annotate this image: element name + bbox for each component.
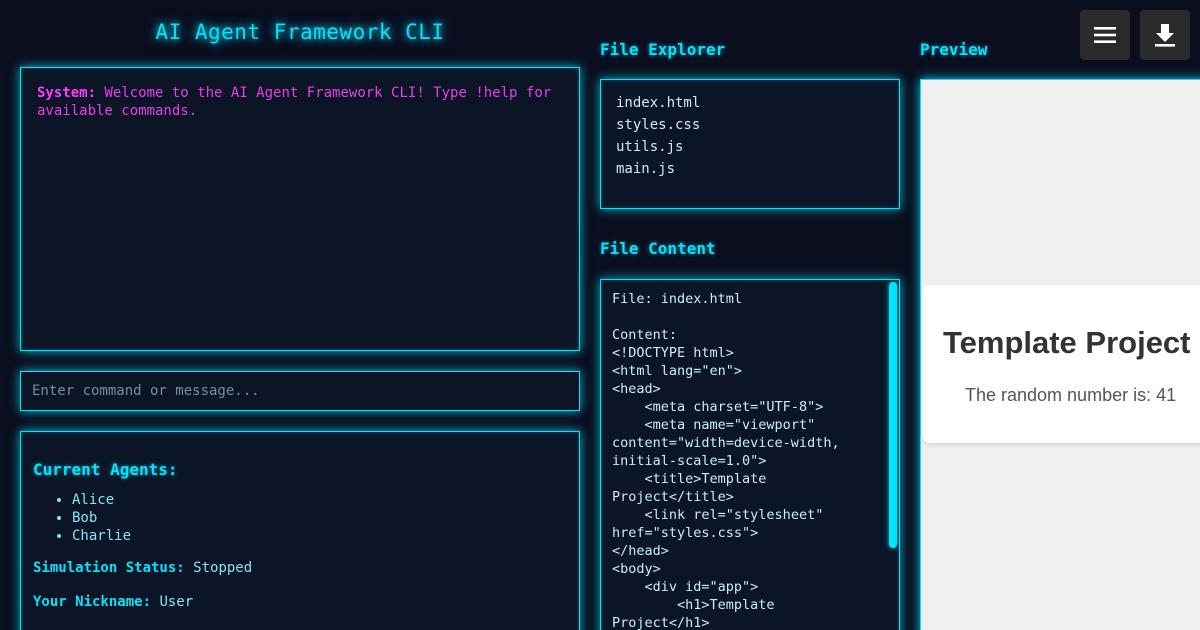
simulation-status: Simulation Status: Stopped — [33, 559, 567, 577]
preview-paragraph: The random number is: 41 — [965, 385, 1177, 405]
simulation-status-label: Simulation Status: — [33, 560, 185, 576]
file-content-viewer[interactable]: File: index.html Content: <!DOCTYPE html… — [600, 279, 900, 630]
nickname-value: User — [159, 594, 194, 610]
hamburger-menu-icon — [1093, 23, 1117, 47]
file-content-scrollbar[interactable] — [889, 282, 897, 548]
file-explorer: index.html styles.css utils.js main.js — [600, 79, 900, 209]
agent-list: Alice Bob Charlie — [33, 491, 567, 545]
file-item-utils-js[interactable]: utils.js — [616, 136, 884, 158]
preview-title: Preview — [920, 40, 988, 59]
message-text: Welcome to the AI Agent Framework CLI! T… — [37, 85, 552, 119]
preview-heading: Template Project — [943, 325, 1191, 360]
file-explorer-title: File Explorer — [600, 40, 726, 59]
message-sender: System: — [37, 85, 97, 101]
file-content-title: File Content — [600, 239, 716, 258]
preview-column: Preview Template Project The random numb… — [920, 0, 1200, 630]
nickname-label: Your Nickname: — [33, 594, 152, 610]
menu-button[interactable] — [1080, 10, 1130, 60]
file-item-styles-css[interactable]: styles.css — [616, 114, 884, 136]
preview-card: Template Project The random number is: 4… — [922, 285, 1200, 443]
simulation-status-value: Stopped — [193, 560, 253, 576]
download-button[interactable] — [1140, 10, 1190, 60]
nickname-row: Your Nickname: User — [33, 593, 567, 611]
chat-message: System: Welcome to the AI Agent Framewor… — [37, 84, 563, 120]
chat-column: AI Agent Framework CLI System: Welcome t… — [20, 0, 580, 630]
file-item-main-js[interactable]: main.js — [616, 158, 884, 180]
download-icon — [1154, 23, 1176, 47]
agent-item: Alice — [72, 491, 567, 509]
file-content-text: File: index.html Content: <!DOCTYPE html… — [612, 291, 840, 630]
agents-heading: Current Agents: — [33, 460, 178, 479]
agent-item: Charlie — [72, 527, 567, 545]
app-root: AI Agent Framework CLI System: Welcome t… — [0, 0, 1200, 630]
chat-log[interactable]: System: Welcome to the AI Agent Framewor… — [20, 67, 580, 351]
app-title: AI Agent Framework CLI — [155, 20, 445, 44]
agent-item: Bob — [72, 509, 567, 527]
file-item-index-html[interactable]: index.html — [616, 92, 884, 114]
preview-frame[interactable]: Template Project The random number is: 4… — [920, 79, 1200, 630]
command-input[interactable] — [20, 371, 580, 411]
files-column: File Explorer index.html styles.css util… — [600, 0, 900, 630]
status-panel: Current Agents: Alice Bob Charlie Simula… — [20, 431, 580, 630]
